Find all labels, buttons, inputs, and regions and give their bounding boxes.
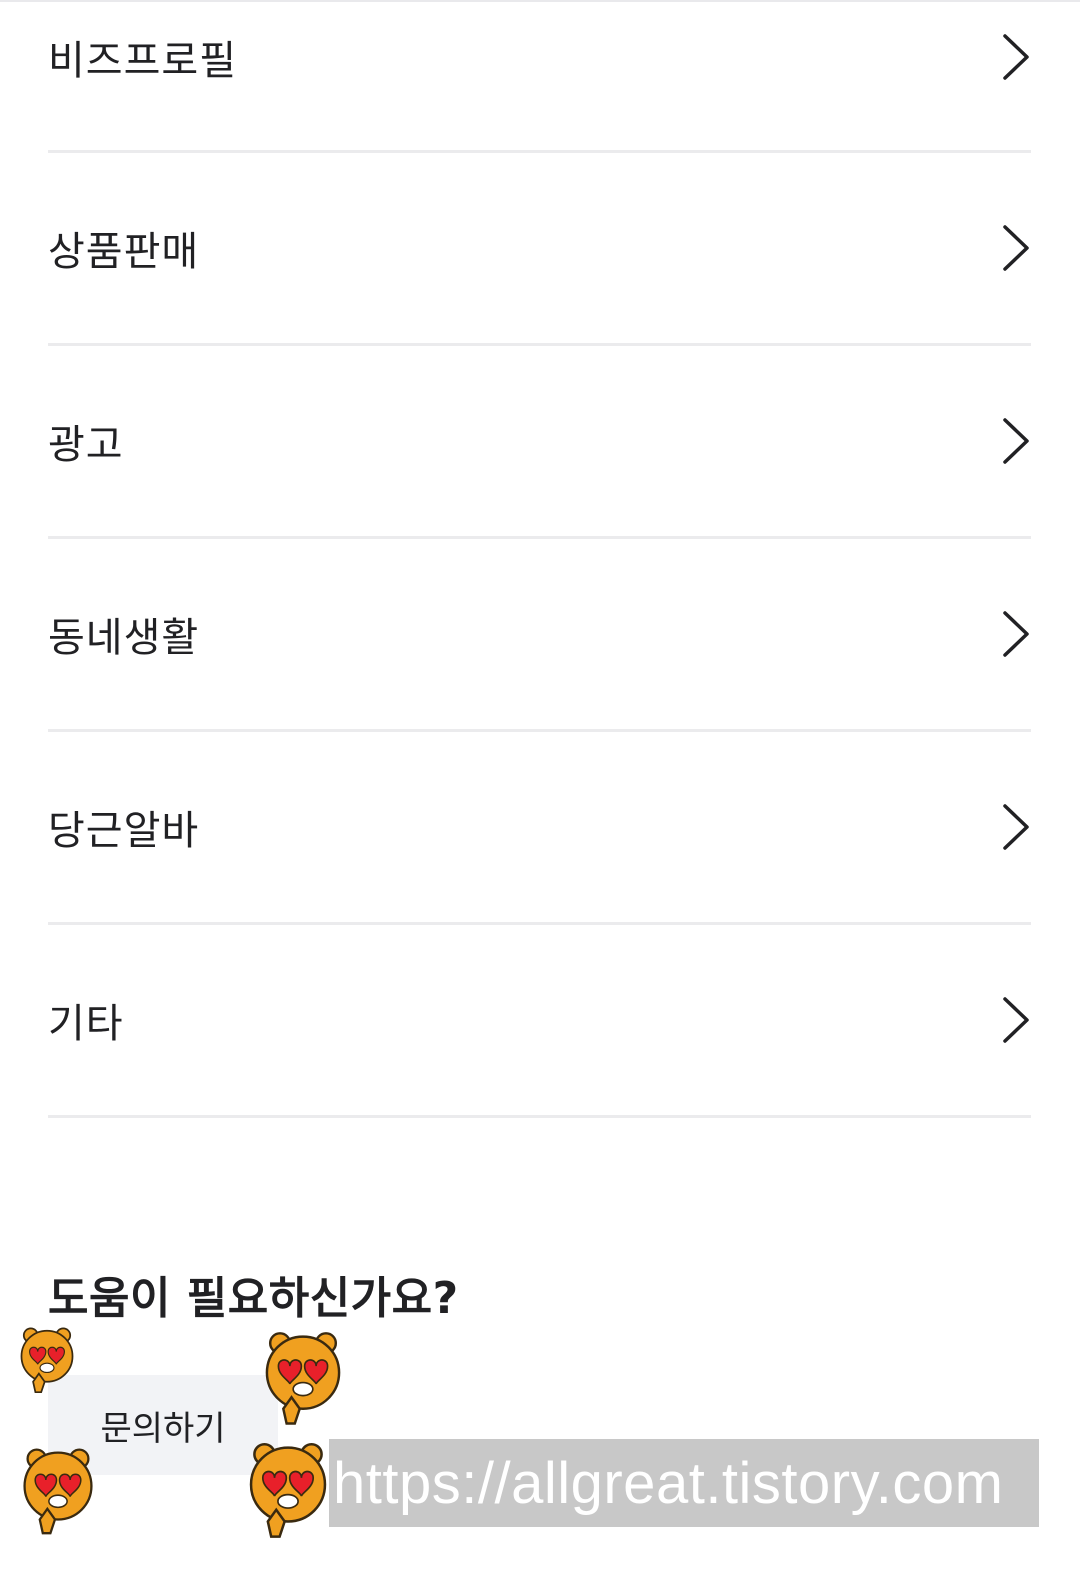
menu-item-label: 광고	[48, 422, 124, 468]
chevron-right-icon	[1003, 225, 1029, 271]
chevron-right-icon	[1003, 804, 1029, 850]
chevron-right-icon	[1003, 418, 1029, 464]
menu-item-label: 비즈프로필	[48, 38, 237, 84]
menu-item-part-time-jobs[interactable]: 당근알바	[48, 732, 1031, 925]
menu-item-label: 당근알바	[48, 808, 200, 854]
menu-item-advertising[interactable]: 광고	[48, 346, 1031, 539]
menu-item-label: 상품판매	[48, 229, 200, 275]
menu-item-other[interactable]: 기타	[48, 925, 1031, 1118]
heart-eyes-lion-sticker	[249, 1442, 327, 1538]
menu-item-product-sales[interactable]: 상품판매	[48, 153, 1031, 346]
menu-item-biz-profile[interactable]: 비즈프로필	[48, 0, 1031, 153]
help-section-title: 도움이 필요하신가요?	[48, 1273, 459, 1324]
menu-item-label: 동네생활	[48, 615, 200, 661]
menu-list: 비즈프로필 상품판매 광고 동네생활 당근알바 기타	[48, 0, 1031, 1118]
heart-eyes-lion-sticker	[265, 1332, 341, 1425]
chevron-right-icon	[1003, 997, 1029, 1043]
heart-eyes-lion-sticker	[20, 1327, 74, 1394]
menu-item-label: 기타	[48, 1001, 124, 1047]
chevron-right-icon	[1003, 611, 1029, 657]
menu-item-neighborhood-life[interactable]: 동네생활	[48, 539, 1031, 732]
chevron-right-icon	[1003, 34, 1029, 80]
heart-eyes-lion-sticker	[23, 1448, 93, 1535]
watermark-url: https://allgreat.tistory.com	[329, 1439, 1039, 1527]
